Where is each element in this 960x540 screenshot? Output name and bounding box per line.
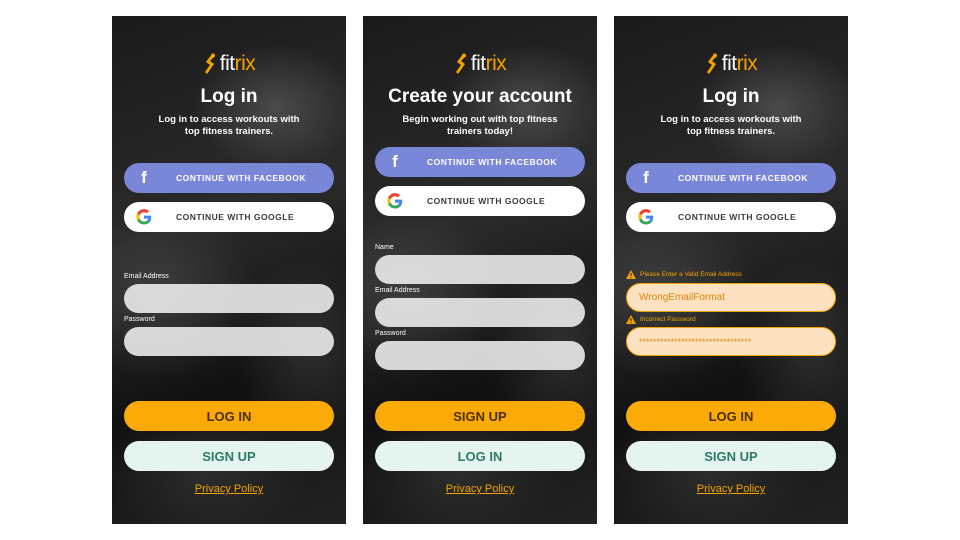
fitrix-logo: fitrix: [614, 52, 848, 76]
password-field[interactable]: [375, 341, 585, 370]
continue-with-google-button[interactable]: CONTINUE WITH GOOGLE: [626, 202, 836, 232]
page-title: Log in: [702, 86, 760, 107]
page-subtitle: Log in to access workouts with top fitnes…: [158, 114, 300, 137]
email-error-message: Please Enter a Valid Email Address: [626, 270, 742, 279]
password-label: Password: [375, 330, 406, 337]
password-error-message: Incorrect Password: [626, 315, 696, 324]
email-label: Email Address: [124, 273, 169, 280]
facebook-icon: f: [392, 152, 398, 171]
email-field[interactable]: [626, 283, 836, 312]
name-field[interactable]: [375, 255, 585, 284]
name-label: Name: [375, 244, 394, 251]
warning-icon: [626, 270, 636, 279]
fitrix-logo-icon: [204, 53, 215, 74]
page-title: Create your account: [388, 86, 572, 107]
privacy-policy-link[interactable]: Privacy Policy: [112, 483, 346, 495]
signup-screen: fitrix Create your account Begin working…: [363, 16, 597, 524]
facebook-icon: f: [141, 168, 147, 187]
login-error-screen: fitrix Log in Log in to access workouts …: [614, 16, 848, 524]
fitrix-logo-icon: [706, 53, 717, 74]
page-subtitle: Log in to access workouts with top fitnes…: [660, 114, 802, 137]
email-label: Email Address: [375, 287, 420, 294]
google-icon: [638, 209, 654, 225]
continue-with-google-button[interactable]: CONTINUE WITH GOOGLE: [124, 202, 334, 232]
sign-up-button[interactable]: SIGN UP: [124, 441, 334, 471]
log-in-button[interactable]: LOG IN: [626, 401, 836, 431]
log-in-button[interactable]: LOG IN: [124, 401, 334, 431]
warning-icon: [626, 315, 636, 324]
page-subtitle: Begin working out with top fitness traine…: [402, 114, 558, 137]
facebook-icon: f: [643, 168, 649, 187]
privacy-policy-link[interactable]: Privacy Policy: [363, 483, 597, 495]
continue-with-facebook-button[interactable]: f CONTINUE WITH FACEBOOK: [375, 147, 585, 177]
email-field[interactable]: [124, 284, 334, 313]
password-field[interactable]: [124, 327, 334, 356]
privacy-policy-link[interactable]: Privacy Policy: [614, 483, 848, 495]
fitrix-logo-icon: [455, 53, 466, 74]
password-label: Password: [124, 316, 155, 323]
google-icon: [136, 209, 152, 225]
log-in-button[interactable]: LOG IN: [375, 441, 585, 471]
google-icon: [387, 193, 403, 209]
continue-with-google-button[interactable]: CONTINUE WITH GOOGLE: [375, 186, 585, 216]
login-screen: fitrix Log in Log in to access workouts …: [112, 16, 346, 524]
sign-up-button[interactable]: SIGN UP: [375, 401, 585, 431]
fitrix-logo: fitrix: [363, 52, 597, 76]
continue-with-facebook-button[interactable]: f CONTINUE WITH FACEBOOK: [626, 163, 836, 193]
password-field[interactable]: [626, 327, 836, 356]
page-title: Log in: [200, 86, 258, 107]
sign-up-button[interactable]: SIGN UP: [626, 441, 836, 471]
fitrix-logo: fitrix: [112, 52, 346, 76]
continue-with-facebook-button[interactable]: f CONTINUE WITH FACEBOOK: [124, 163, 334, 193]
email-field[interactable]: [375, 298, 585, 327]
